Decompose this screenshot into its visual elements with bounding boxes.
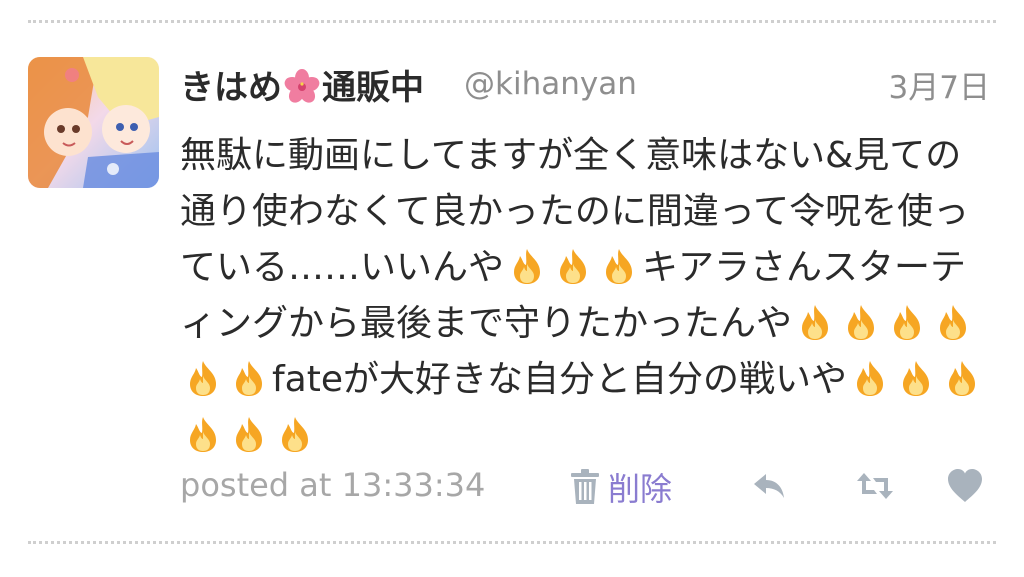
- display-name-suffix: 通販中: [322, 68, 424, 108]
- user-handle[interactable]: @kihanyan: [464, 66, 637, 102]
- fire-icon: [802, 305, 829, 340]
- fire-icon: [848, 305, 875, 340]
- heart-icon[interactable]: [945, 466, 985, 506]
- fire-icon: [857, 361, 883, 396]
- fire-icon: [903, 361, 929, 396]
- delete-label: 削除: [608, 470, 673, 508]
- posted-at: posted at 13:33:34: [180, 466, 486, 504]
- tweet-footer: posted at 13:33:34 削除: [180, 462, 990, 512]
- fire-icon: [560, 249, 587, 284]
- fire-icon: [190, 361, 216, 396]
- hibiscus-icon: [284, 69, 320, 103]
- display-name-text: きはめ: [180, 68, 282, 108]
- fire-icon: [949, 361, 975, 396]
- fire-icon: [606, 249, 633, 284]
- bottom-divider: [28, 541, 996, 544]
- tweet-text-part-3: fateが大好きな自分と自分の戦いや: [272, 359, 847, 400]
- delete-button[interactable]: 削除: [570, 464, 672, 510]
- fire-icon: [236, 361, 262, 396]
- fire-icon: [236, 417, 262, 452]
- tweet: きはめ 通販中 @kihanyan 3月7日 無駄に動画にしてますが全く意味はな…: [0, 0, 1024, 577]
- fire-icon: [940, 305, 967, 340]
- display-name[interactable]: きはめ 通販中: [180, 60, 424, 109]
- fire-icon: [894, 305, 921, 340]
- tweet-text: 無駄に動画にしてますが全く意味はない&見ての通り使わなくて良かったのに間違って令…: [180, 128, 990, 464]
- tweet-date[interactable]: 3月7日: [889, 62, 990, 107]
- fire-icon: [190, 417, 216, 452]
- tweet-header: きはめ 通販中 @kihanyan 3月7日: [180, 56, 990, 108]
- retweet-icon[interactable]: [855, 466, 895, 506]
- fire-icon: [282, 417, 308, 452]
- trash-icon: [571, 469, 599, 504]
- avatar[interactable]: [28, 57, 159, 188]
- reply-icon[interactable]: [750, 466, 790, 506]
- fire-icon: [514, 249, 541, 284]
